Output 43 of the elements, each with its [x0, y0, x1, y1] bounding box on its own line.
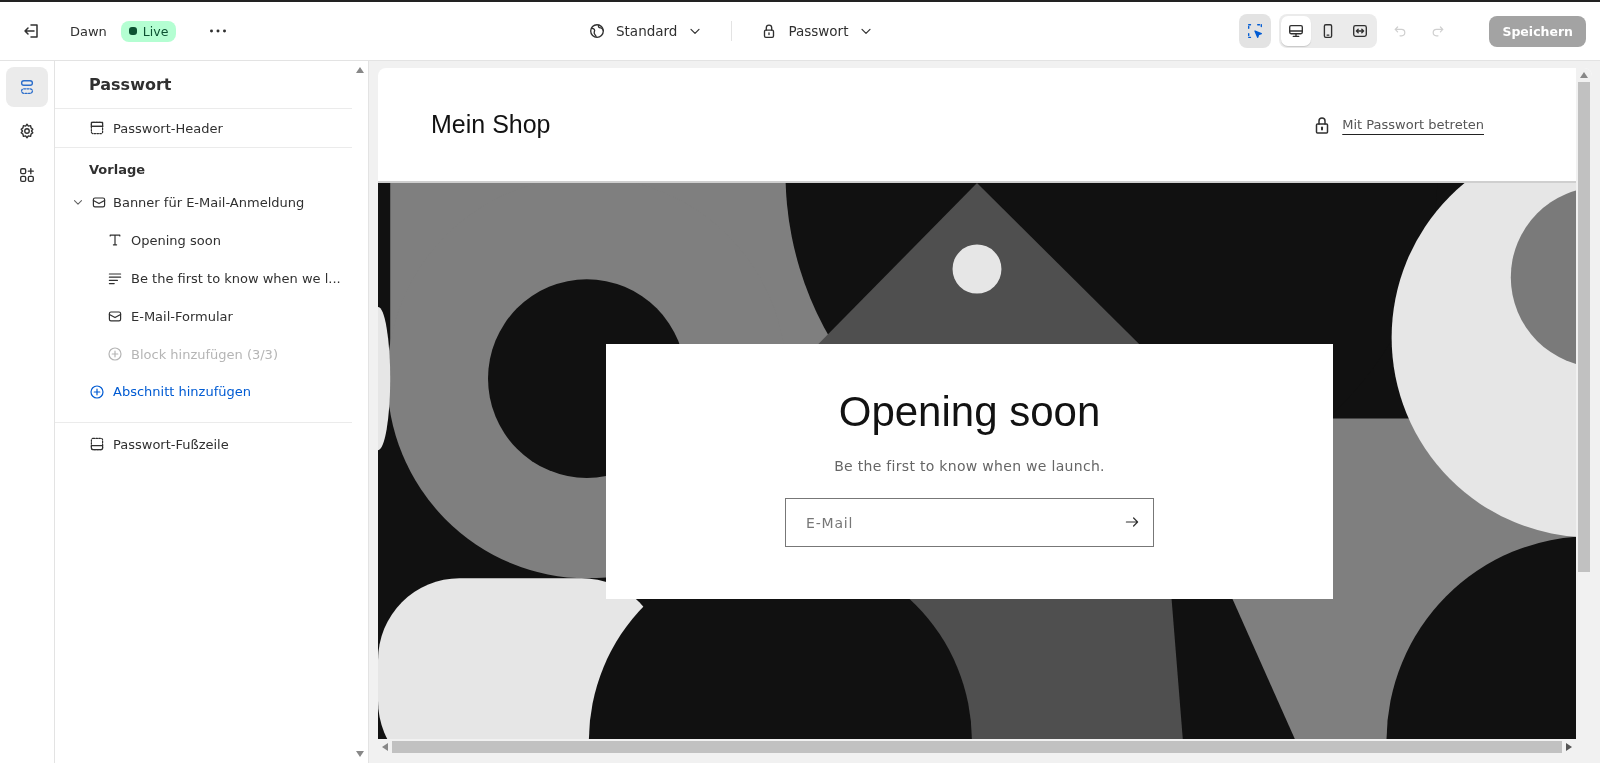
email-field[interactable]: E-Mail [785, 498, 1154, 547]
text-icon [107, 232, 123, 248]
expand-width-icon [1351, 22, 1370, 40]
banner-text: Be the first to know when we launch. [834, 458, 1105, 474]
globe-icon [588, 22, 606, 40]
select-cursor-icon [1246, 22, 1265, 40]
more-icon [210, 29, 227, 33]
footer-layout-icon [89, 436, 105, 452]
inspect-button[interactable] [1239, 14, 1272, 48]
login-link[interactable]: Mit Passwort betreten [1342, 117, 1484, 132]
sections-icon [18, 78, 36, 96]
shop-name: Mein Shop [431, 110, 551, 139]
section-item[interactable]: Passwort-Header [55, 109, 352, 148]
paragraph-icon [107, 270, 123, 286]
block-item[interactable]: Opening soon [55, 221, 352, 259]
settings-icon [18, 122, 36, 140]
scroll-up-arrow-icon[interactable] [356, 67, 364, 73]
scroll-down-arrow-icon[interactable] [356, 751, 364, 757]
status-badge: Live [120, 20, 177, 42]
theme-name: Dawn [70, 23, 107, 39]
section-item[interactable]: Banner für E-Mail-Anmeldung [55, 183, 352, 221]
envelope-icon [91, 194, 107, 210]
scroll-left-arrow-icon[interactable] [382, 743, 388, 751]
template-selector[interactable]: Standard [578, 16, 714, 46]
envelope-icon [107, 308, 123, 324]
scroll-up-arrow-icon[interactable] [1580, 72, 1588, 78]
header-layout-icon [89, 120, 105, 136]
scroll-right-arrow-icon[interactable] [1566, 743, 1572, 751]
page-selector[interactable]: Passwort [750, 16, 885, 46]
add-section-button[interactable]: Abschnitt hinzufügen [55, 373, 257, 410]
block-item[interactable]: Be the first to know when we l... [55, 259, 352, 297]
block-item[interactable]: E-Mail-Formular [55, 297, 352, 335]
banner-heading: Opening soon [838, 388, 1101, 436]
add-icon [107, 346, 123, 362]
arrow-right-icon[interactable] [1124, 514, 1140, 530]
apps-icon [18, 166, 36, 184]
panel-title: Passwort [55, 61, 352, 109]
desktop-view-button[interactable] [1281, 16, 1312, 46]
add-icon [89, 383, 105, 400]
group-title: Vorlage [88, 161, 147, 179]
section-item[interactable]: Passwort-Fußzeile [55, 425, 352, 463]
desktop-icon [1287, 22, 1306, 40]
sections-nav-button[interactable] [6, 67, 48, 107]
